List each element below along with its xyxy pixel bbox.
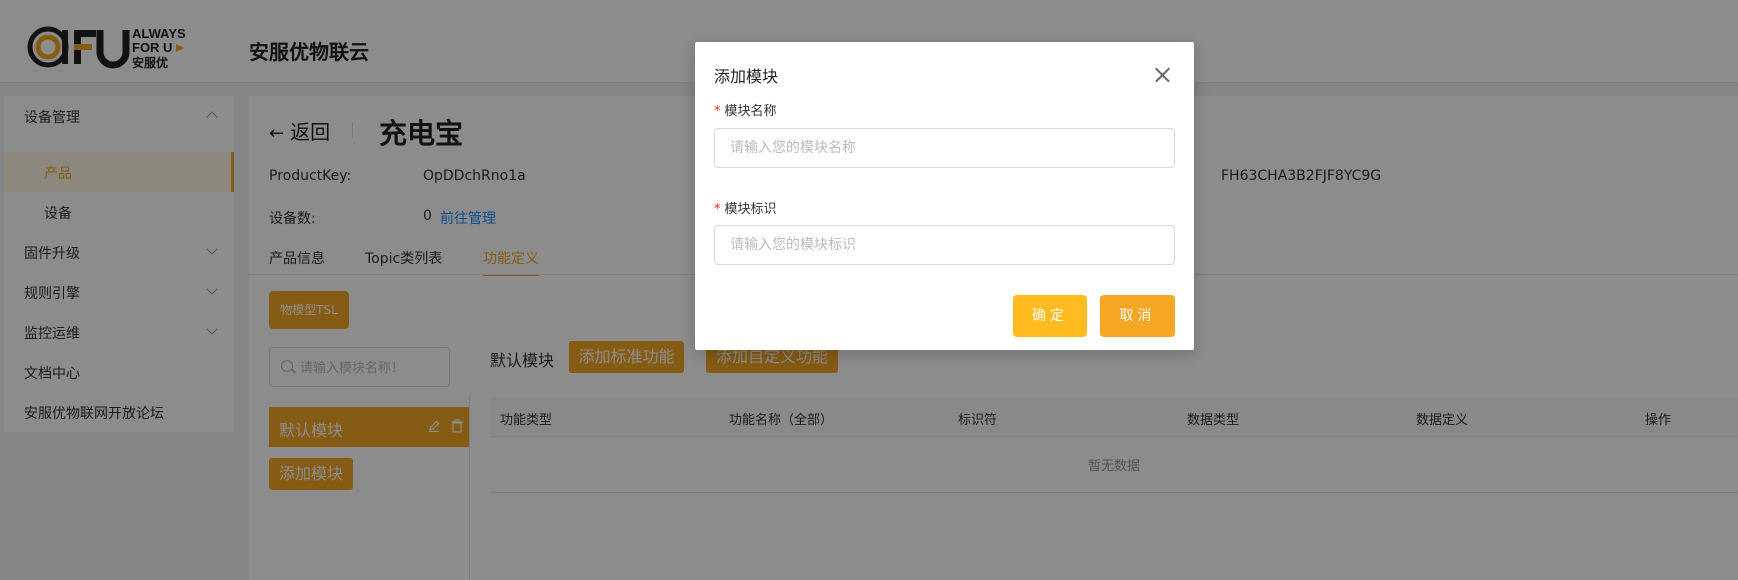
module-id-label: * 模块标识 [714, 198, 777, 217]
dialog-title: 添加模块 [714, 67, 779, 86]
module-name-input[interactable] [714, 128, 1175, 168]
cancel-button[interactable]: 取消 [1100, 295, 1175, 337]
required-marker: * [714, 104, 721, 119]
module-id-label-text: 模块标识 [724, 202, 777, 217]
add-module-dialog: 添加模块 *模块名称 *模块标识 确定 取消 [695, 42, 1194, 350]
confirm-button[interactable]: 确定 [1013, 295, 1087, 337]
close-icon[interactable] [1154, 67, 1170, 83]
module-name-label-text: 模块名称 [724, 104, 777, 119]
module-name-label: * 模块名称 [714, 100, 777, 119]
module-id-input[interactable] [714, 225, 1175, 265]
required-marker: * [714, 202, 721, 217]
